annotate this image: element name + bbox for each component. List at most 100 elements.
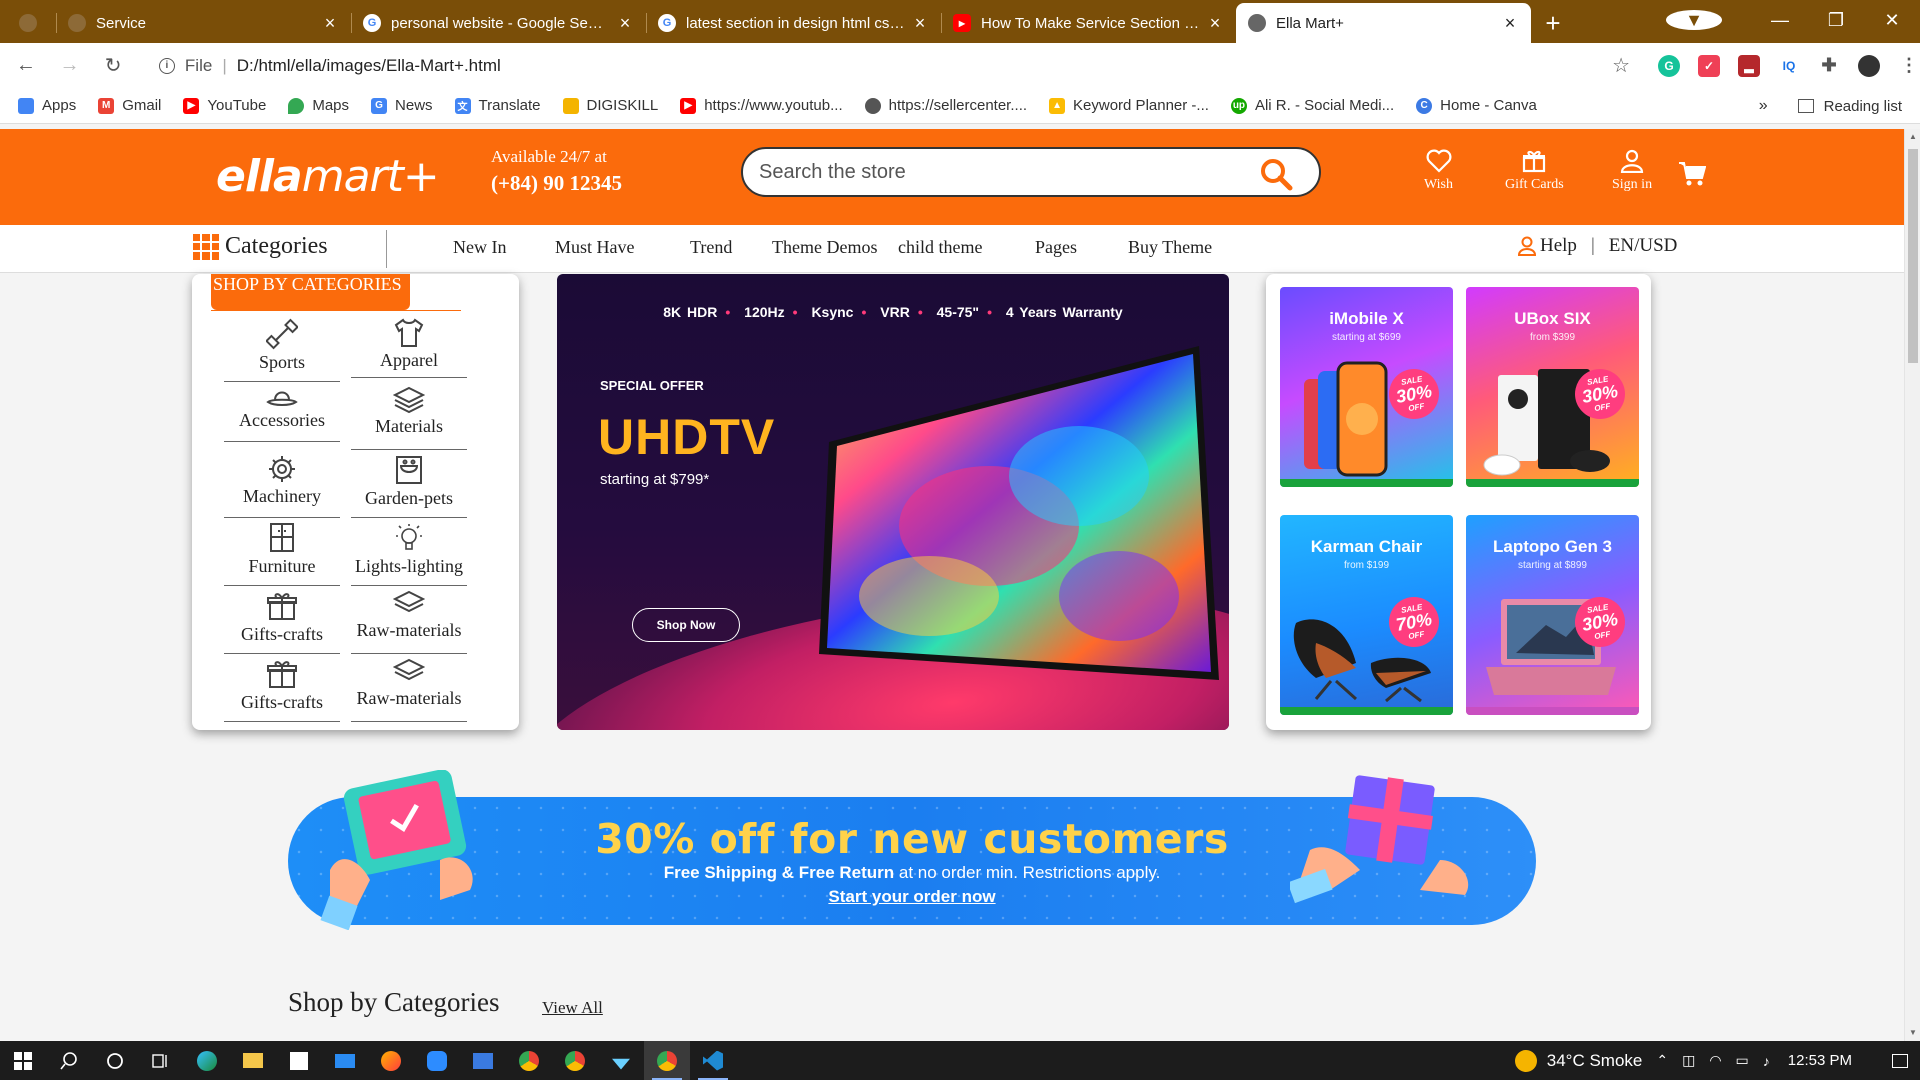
firefox-icon[interactable] bbox=[368, 1041, 414, 1080]
mail-icon[interactable] bbox=[322, 1041, 368, 1080]
windows-start-icon[interactable] bbox=[0, 1041, 46, 1080]
nav-new-in[interactable]: New In bbox=[453, 237, 506, 258]
view-all-link[interactable]: View All bbox=[542, 998, 603, 1018]
url-text[interactable]: D:/html/ella/images/Ella-Mart+.html bbox=[237, 56, 501, 76]
chevron-up-icon[interactable]: ⌃ bbox=[1656, 1052, 1668, 1069]
sign-in-link[interactable]: Sign in bbox=[1612, 149, 1652, 193]
category-gifts-crafts[interactable]: Gifts-crafts bbox=[224, 586, 340, 654]
reading-list-icon[interactable] bbox=[1797, 99, 1814, 113]
close-icon[interactable]: × bbox=[321, 13, 339, 34]
nav-must-have[interactable]: Must Have bbox=[555, 237, 635, 258]
category-materials[interactable]: Materials bbox=[351, 382, 467, 450]
category-machinery[interactable]: Machinery bbox=[224, 450, 340, 518]
promo-card[interactable]: Laptopo Gen 3 starting at $899 SALE 30% OF… bbox=[1466, 515, 1639, 715]
tab-google-search[interactable]: G personal website - Google Search × bbox=[351, 3, 646, 43]
more-bookmarks-icon[interactable]: » bbox=[1759, 97, 1768, 115]
categories-button[interactable]: Categories bbox=[193, 233, 328, 260]
close-icon[interactable]: × bbox=[1501, 13, 1519, 34]
notifications-icon[interactable] bbox=[1880, 1041, 1920, 1080]
category-sports[interactable]: Sports bbox=[224, 314, 340, 382]
category-lights-lighting[interactable]: Lights-lighting bbox=[351, 518, 467, 586]
site-logo[interactable]: ellamart+ bbox=[216, 151, 440, 202]
tab-service[interactable]: Service × bbox=[56, 3, 351, 43]
bookmark-star-icon[interactable]: ☆ bbox=[1612, 53, 1630, 78]
profile-avatar-icon[interactable] bbox=[1858, 54, 1880, 77]
search-icon[interactable] bbox=[46, 1041, 92, 1080]
locale-switcher[interactable]: EN/USD bbox=[1609, 235, 1678, 257]
category-apparel[interactable]: Apparel bbox=[351, 314, 467, 378]
bookmark-digiskill[interactable]: DIGISKILL bbox=[562, 97, 658, 114]
bookmark-youtube[interactable]: ▶ YouTube bbox=[183, 97, 266, 114]
info-icon[interactable]: i bbox=[158, 57, 175, 74]
tab-search-dropdown-icon[interactable]: ▼ bbox=[1666, 10, 1722, 30]
reading-list-label[interactable]: Reading list bbox=[1824, 98, 1902, 115]
bookmark-news[interactable]: G News bbox=[371, 97, 433, 114]
wish-link[interactable]: Wish bbox=[1424, 149, 1453, 193]
bookmark-translate[interactable]: 文 Translate bbox=[454, 97, 541, 114]
extensions-puzzle-icon[interactable]: ✚ bbox=[1818, 54, 1840, 77]
tab-youtube[interactable]: ▶ How To Make Service Section For × bbox=[941, 3, 1236, 43]
category-garden-pets[interactable]: Garden-pets bbox=[351, 450, 467, 518]
omnibox[interactable]: i File | D:/html/ella/images/Ella-Mart+.… bbox=[144, 48, 1640, 83]
file-explorer-icon[interactable] bbox=[230, 1041, 276, 1080]
search-icon[interactable] bbox=[1259, 157, 1293, 196]
menu-dots-icon[interactable]: ⋮ bbox=[1898, 54, 1920, 77]
search-input[interactable] bbox=[759, 160, 1239, 184]
download-app-icon[interactable] bbox=[598, 1041, 644, 1080]
nav-child-theme[interactable]: child theme bbox=[898, 237, 982, 258]
shop-now-button[interactable]: Shop Now bbox=[632, 608, 740, 642]
battery-icon[interactable]: ▭ bbox=[1736, 1052, 1749, 1069]
contact-phone[interactable]: (+84) 90 12345 bbox=[491, 171, 622, 196]
category-raw-materials[interactable]: Raw-materials bbox=[351, 586, 467, 654]
gift-cards-link[interactable]: Gift Cards bbox=[1505, 149, 1564, 193]
cart-link[interactable] bbox=[1678, 161, 1706, 191]
new-tab-button[interactable]: + bbox=[1531, 3, 1575, 43]
back-icon[interactable]: ← bbox=[8, 54, 44, 77]
bookmark-maps[interactable]: Maps bbox=[288, 97, 349, 114]
promo-card[interactable]: iMobile X starting at $699 SALE 30% OFF bbox=[1280, 287, 1453, 487]
weather-icon[interactable] bbox=[1514, 1049, 1537, 1072]
help-link[interactable]: Help bbox=[1540, 235, 1577, 257]
restore-icon[interactable]: ❐ bbox=[1808, 10, 1864, 31]
category-accessories[interactable]: Accessories bbox=[224, 382, 340, 442]
bookmark-apps[interactable]: Apps bbox=[18, 97, 76, 114]
scroll-down-icon[interactable]: ▼ bbox=[1905, 1025, 1920, 1041]
vscode-icon[interactable] bbox=[690, 1041, 736, 1080]
scroll-up-icon[interactable]: ▲ bbox=[1905, 129, 1920, 145]
close-icon[interactable]: × bbox=[616, 13, 634, 34]
promo-card[interactable]: Karman Chair from $199 SALE 70% OFF bbox=[1280, 515, 1453, 715]
zoom-icon[interactable] bbox=[414, 1041, 460, 1080]
tab-ella-mart[interactable]: Ella Mart+ × bbox=[1236, 3, 1531, 43]
nav-buy-theme[interactable]: Buy Theme bbox=[1128, 237, 1212, 258]
category-raw-materials-2[interactable]: Raw-materials bbox=[351, 654, 467, 722]
store-icon[interactable] bbox=[276, 1041, 322, 1080]
bookmark-sellercenter[interactable]: https://sellercenter.... bbox=[864, 97, 1027, 114]
chrome-icon[interactable] bbox=[552, 1041, 598, 1080]
task-view-icon[interactable] bbox=[138, 1041, 184, 1080]
network-icon[interactable]: ◠ bbox=[1709, 1052, 1721, 1069]
bookmark-keyword-planner[interactable]: ▲ Keyword Planner -... bbox=[1049, 97, 1209, 114]
tab-search[interactable] bbox=[0, 3, 56, 43]
volume-icon[interactable]: ♪ bbox=[1763, 1053, 1770, 1069]
close-icon[interactable]: × bbox=[1206, 13, 1224, 34]
grammarly-icon[interactable]: G bbox=[1658, 54, 1680, 77]
chrome-icon[interactable] bbox=[506, 1041, 552, 1080]
app-icon[interactable] bbox=[460, 1041, 506, 1080]
page-scrollbar[interactable]: ▲ ▼ bbox=[1904, 129, 1920, 1041]
promo-card[interactable]: UBox SIX from $399 SALE 30% OFF bbox=[1466, 287, 1639, 487]
bookmark-youtube-url[interactable]: ▶ https://www.youtub... bbox=[680, 97, 843, 114]
category-furniture[interactable]: Furniture bbox=[224, 518, 340, 586]
cortana-icon[interactable] bbox=[92, 1041, 138, 1080]
iq-extension-icon[interactable]: IQ bbox=[1778, 54, 1800, 77]
minimize-icon[interactable]: — bbox=[1752, 10, 1808, 31]
chrome-icon[interactable] bbox=[644, 1041, 690, 1080]
close-icon[interactable]: × bbox=[911, 13, 929, 34]
start-order-link[interactable]: Start your order now bbox=[828, 887, 995, 906]
tab-google-search-2[interactable]: G latest section in design html css - × bbox=[646, 3, 941, 43]
clock[interactable]: 12:53 PM bbox=[1788, 1052, 1852, 1069]
bookmark-gmail[interactable]: M Gmail bbox=[98, 97, 161, 114]
reload-icon[interactable]: ↻ bbox=[95, 53, 131, 78]
pocket-icon[interactable]: ✓ bbox=[1698, 54, 1720, 77]
edge-icon[interactable] bbox=[184, 1041, 230, 1080]
close-window-icon[interactable]: ✕ bbox=[1864, 10, 1920, 31]
